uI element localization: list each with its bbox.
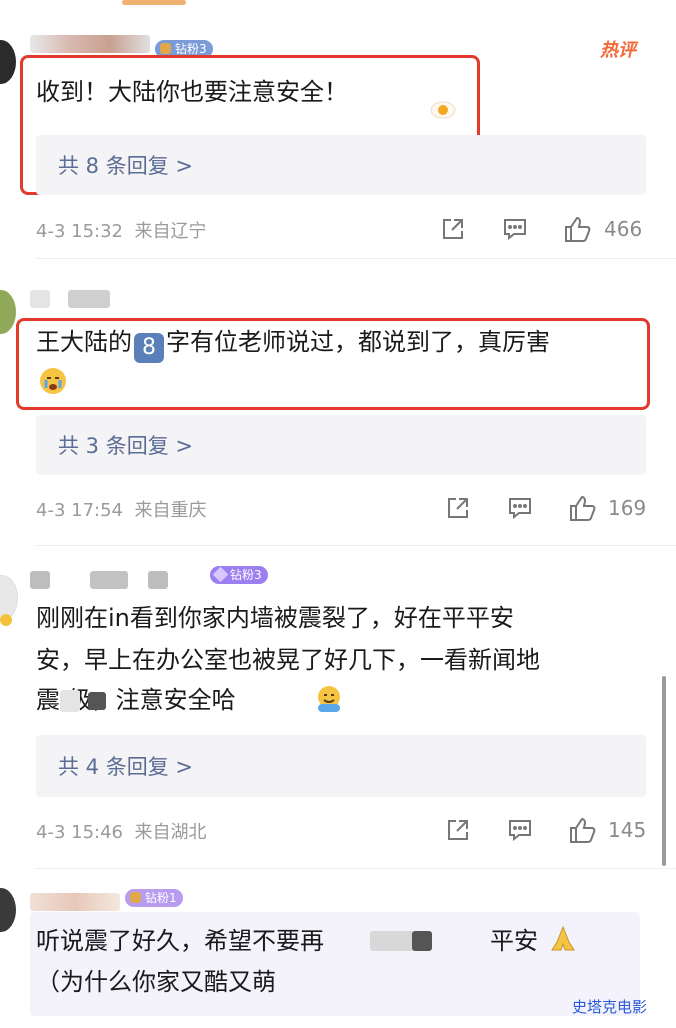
share-icon[interactable] — [440, 216, 466, 242]
reply-count-link[interactable]: 共 8 条回复 > — [58, 150, 193, 180]
scrollbar[interactable] — [662, 676, 666, 866]
like-icon[interactable] — [568, 815, 598, 845]
comment-text: 收到！大陆你也要注意安全！ — [36, 78, 348, 106]
crown-icon — [160, 43, 171, 54]
verified-icon — [0, 614, 12, 626]
like-count: 169 — [608, 496, 647, 520]
censored-blur — [60, 690, 80, 712]
comment-text-line: 安，早上在办公室也被晃了好几下，一看新闻地 — [36, 646, 540, 674]
share-icon[interactable] — [445, 817, 471, 843]
reply-count-link[interactable]: 共 4 条回复 > — [58, 751, 193, 781]
reply-summary[interactable]: 共 4 条回复 > — [36, 735, 646, 797]
reply-count-link[interactable]: 共 3 条回复 > — [58, 430, 193, 460]
avatar[interactable] — [0, 888, 16, 932]
censored-blur — [412, 931, 432, 951]
username-blurred[interactable] — [30, 893, 120, 911]
hugging-face-icon — [314, 684, 344, 714]
fan-badge: 钻粉1 — [125, 889, 183, 907]
crying-face-icon — [38, 366, 68, 396]
like-icon[interactable] — [568, 493, 598, 523]
timestamp: 4-3 15:46 来自湖北 — [36, 822, 207, 843]
timestamp: 4-3 15:32 来自辽宁 — [36, 221, 207, 242]
like-count: 145 — [608, 818, 647, 842]
fan-badge: 钻粉3 — [210, 566, 268, 584]
comment-icon[interactable] — [502, 216, 528, 242]
keycap-8-emoji: 8 — [134, 333, 164, 363]
timestamp: 4-3 17:54 来自重庆 — [36, 500, 207, 521]
divider — [36, 545, 676, 546]
hot-comment-label: 热评 — [600, 40, 636, 61]
comment-text-line: （为什么你家又酷又萌 — [36, 968, 276, 996]
username-blurred[interactable] — [90, 571, 128, 589]
avatar[interactable] — [0, 40, 16, 84]
divider — [36, 258, 676, 259]
username-blurred[interactable] — [30, 290, 50, 308]
username-blurred[interactable] — [30, 571, 50, 589]
comment-text-line: 平安 — [490, 927, 538, 955]
comment-icon[interactable] — [507, 817, 533, 843]
username-blurred[interactable] — [148, 571, 168, 589]
reply-summary[interactable]: 共 3 条回复 > — [36, 415, 646, 475]
censored-blur — [88, 692, 106, 710]
diamond-icon — [212, 566, 229, 583]
like-icon[interactable] — [563, 214, 593, 244]
comment-icon[interactable] — [507, 495, 533, 521]
divider — [36, 868, 676, 869]
top-indicator — [122, 0, 186, 5]
avatar[interactable] — [0, 290, 16, 334]
username-blurred[interactable] — [68, 290, 110, 308]
share-icon[interactable] — [445, 495, 471, 521]
comment-text-line: 听说震了好久，希望不要再 — [36, 927, 324, 955]
username-blurred[interactable] — [30, 35, 150, 53]
censored-blur — [370, 931, 414, 951]
fried-egg-icon — [430, 100, 456, 120]
reply-summary[interactable]: 共 8 条回复 > — [36, 135, 646, 195]
watermark: 史塔克电影 — [572, 998, 648, 1016]
crown-icon — [130, 892, 141, 903]
praying-hands-icon — [548, 924, 578, 954]
comment-text-line: 刚刚在in看到你家内墙被震裂了，好在平平安 — [36, 604, 514, 632]
comment-text: 王大陆的 8 字有位老师说过，都说到了，真厉害 — [36, 322, 550, 363]
like-count: 466 — [604, 217, 643, 241]
